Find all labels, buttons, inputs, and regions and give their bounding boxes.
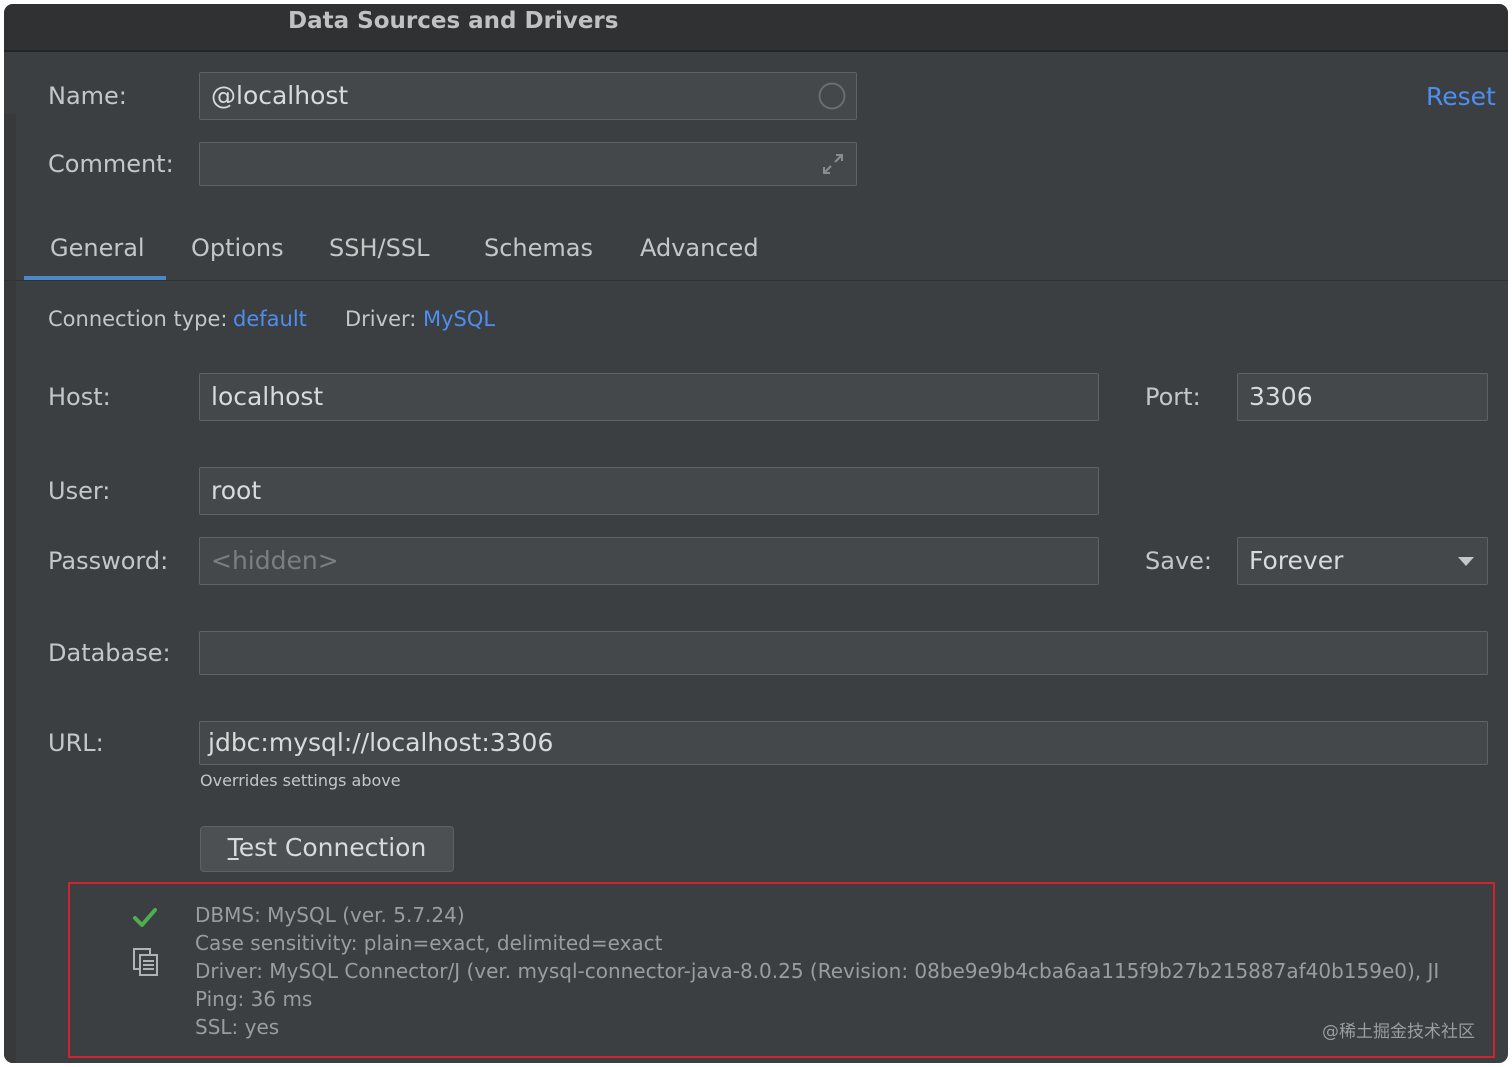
watermark: @稀土掘金技术社区	[1322, 1022, 1475, 1042]
active-tab-indicator	[24, 276, 166, 280]
color-circle-icon[interactable]	[818, 82, 846, 110]
save-select-value: Forever	[1249, 546, 1344, 575]
comment-field[interactable]	[199, 142, 857, 186]
url-hint: Overrides settings above	[200, 771, 401, 790]
save-select[interactable]: Forever	[1237, 537, 1488, 585]
title-bar[interactable]: Data Sources and Drivers	[4, 4, 1508, 52]
name-label: Name:	[48, 82, 127, 110]
chevron-down-icon	[1458, 557, 1474, 566]
copy-icon[interactable]	[133, 948, 159, 976]
result-ping: Ping: 36 ms	[195, 987, 313, 1011]
test-connection-mnemonic: T	[227, 833, 239, 862]
host-field[interactable]: localhost	[199, 373, 1099, 421]
password-label: Password:	[48, 547, 169, 575]
tab-general[interactable]: General	[50, 234, 145, 262]
database-label: Database:	[48, 639, 171, 667]
test-connection-label: est Connection	[238, 833, 427, 862]
port-label: Port:	[1145, 383, 1201, 411]
database-field[interactable]	[199, 631, 1488, 675]
name-field[interactable]: @localhost	[199, 72, 857, 120]
tab-separator	[4, 280, 1508, 281]
data-sources-dialog: Data Sources and Drivers Name: @localhos…	[4, 4, 1508, 1063]
user-label: User:	[48, 477, 111, 505]
driver-link[interactable]: MySQL	[423, 307, 495, 331]
dialog-title: Data Sources and Drivers	[288, 8, 619, 34]
user-field[interactable]: root	[199, 467, 1099, 515]
left-panel-edge	[4, 114, 16, 1063]
port-field[interactable]: 3306	[1237, 373, 1488, 421]
result-dbms: DBMS: MySQL (ver. 5.7.24)	[195, 903, 465, 927]
test-connection-button[interactable]: Test Connection	[200, 826, 454, 872]
tab-options[interactable]: Options	[191, 234, 284, 262]
driver-label: Driver:	[345, 307, 417, 331]
tab-advanced[interactable]: Advanced	[640, 234, 759, 262]
password-field[interactable]: <hidden>	[199, 537, 1099, 585]
result-driver: Driver: MySQL Connector/J (ver. mysql-co…	[195, 959, 1440, 983]
connection-result-panel: DBMS: MySQL (ver. 5.7.24) Case sensitivi…	[68, 882, 1495, 1058]
result-case-sensitivity: Case sensitivity: plain=exact, delimited…	[195, 931, 663, 955]
tab-ssh-ssl[interactable]: SSH/SSL	[329, 234, 429, 262]
connection-type-link[interactable]: default	[233, 307, 307, 331]
save-label: Save:	[1145, 547, 1212, 575]
expand-icon[interactable]	[820, 151, 846, 177]
reset-link[interactable]: Reset	[1426, 82, 1496, 111]
name-value: @localhost	[211, 81, 349, 110]
host-label: Host:	[48, 383, 111, 411]
tab-schemas[interactable]: Schemas	[484, 234, 593, 262]
url-field[interactable]: jdbc:mysql://localhost:3306	[199, 721, 1488, 765]
comment-label: Comment:	[48, 150, 174, 178]
url-label: URL:	[48, 729, 104, 757]
connection-type-label: Connection type:	[48, 307, 228, 331]
check-icon	[133, 908, 157, 927]
result-ssl: SSL: yes	[195, 1015, 280, 1039]
